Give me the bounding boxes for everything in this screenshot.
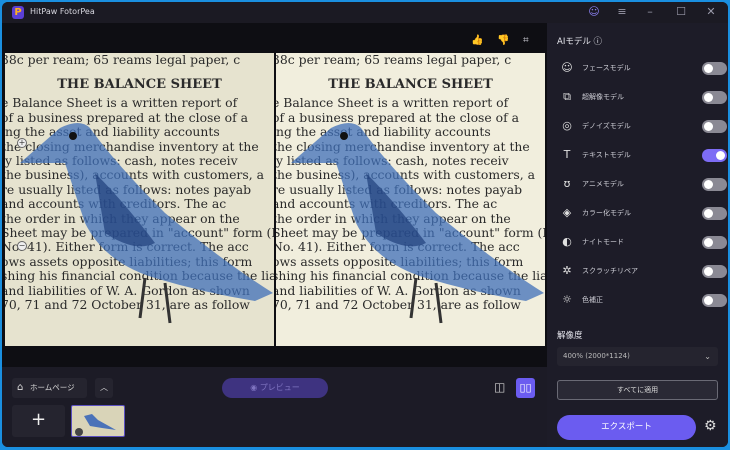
image-canvas: 👍 👎 ⌗ 38c per ream; 65 reams legal paper… (2, 23, 547, 367)
settings-sidebar: AIモデル ⓘ ☺ フェースモデル ⧉ 超解像モデル ◎ デノイズモデル T テキストモデル ʊ… (547, 23, 728, 447)
apply-all-button[interactable]: すべてに適用 (557, 380, 718, 400)
eye-icon: ◉ (250, 383, 260, 392)
export-button[interactable]: エクスポート (557, 415, 696, 440)
model-row: ⧉ 超解像モデル (560, 89, 727, 107)
app-title: HitPaw FotorPea (30, 7, 95, 16)
side-by-side-view-icon[interactable]: ▯▯ (516, 378, 535, 398)
user-icon[interactable]: ☺ (587, 5, 601, 18)
model-row: ☺ フェースモデル (560, 60, 727, 78)
model-row: ✲ スクラッチリペア (560, 263, 727, 281)
maximize-icon[interactable]: ☐ (674, 5, 688, 18)
model-row: ◈ カラー化モデル (560, 205, 727, 223)
model-label: アニメモデル (582, 180, 624, 188)
home-label: ホームページ (30, 383, 75, 392)
model-toggle[interactable] (702, 236, 727, 249)
info-icon[interactable]: ⓘ (594, 37, 603, 47)
model-toggle[interactable] (702, 207, 727, 220)
home-button[interactable]: ⌂ ホームページ (12, 378, 87, 398)
app-logo: P (12, 6, 24, 19)
ai-model-title: AIモデル (557, 37, 591, 47)
model-toggle[interactable] (702, 265, 727, 278)
model-toggle[interactable] (702, 149, 727, 162)
color-correct-icon: ☼ (562, 293, 572, 306)
text-icon: T (563, 148, 571, 161)
bird-illustration (20, 123, 273, 324)
enhanced-image: 38c per ream; 65 reams legal paper, c THE… (276, 53, 545, 346)
resolution-title: 解像度 (557, 331, 583, 341)
model-label: フェースモデル (582, 64, 631, 72)
thumbs-up-icon[interactable]: 👍 (471, 35, 483, 46)
home-icon: ⌂ (17, 382, 24, 393)
split-view-icon[interactable]: ◫ (494, 380, 508, 396)
model-row: T テキストモデル (560, 147, 727, 165)
crop-icon[interactable]: ⌗ (523, 35, 529, 46)
image-thumbnail[interactable] (71, 405, 125, 437)
model-toggle[interactable] (702, 120, 727, 133)
model-toggle[interactable] (702, 294, 727, 307)
minimize-icon[interactable]: – (643, 5, 657, 18)
resolution-dropdown[interactable]: 400% (2000*1124) ⌄ (557, 347, 718, 366)
preview-label: プレビュー (259, 383, 300, 392)
model-row: ʊ アニメモデル (560, 176, 727, 194)
model-label: スクラッチリペア (582, 267, 638, 275)
close-icon[interactable]: ✕ (704, 5, 718, 18)
model-toggle[interactable] (702, 91, 727, 104)
model-toggle[interactable] (702, 62, 727, 75)
bottom-bar: ⌂ ホームページ ︿ ◉ プレビュー ◫ ▯▯ + (2, 367, 547, 447)
add-image-button[interactable]: + (12, 405, 65, 437)
model-label: 色補正 (582, 296, 603, 304)
title-bar: P HitPaw FotorPea ☺ ≡ – ☐ ✕ (2, 2, 728, 23)
gear-icon[interactable]: ⚙ (704, 418, 717, 434)
night-icon: ◐ (562, 235, 572, 248)
resolution-value: 400% (2000*1124) (563, 352, 630, 360)
anime-icon: ʊ (563, 177, 571, 190)
model-label: 超解像モデル (582, 93, 624, 101)
model-row: ☼ 色補正 (560, 292, 727, 310)
preview-button[interactable]: ◉ プレビュー (222, 378, 328, 398)
upscale-icon: ⧉ (563, 90, 571, 103)
model-label: カラー化モデル (582, 209, 631, 217)
app-window: P HitPaw FotorPea ☺ ≡ – ☐ ✕ 👍 👎 ⌗ 38c pe… (2, 2, 728, 447)
face-icon: ☺ (561, 61, 573, 74)
model-label: テキストモデル (582, 151, 631, 159)
bird-illustration (291, 123, 544, 324)
zoom-out-button[interactable]: − (17, 241, 27, 251)
model-label: デノイズモデル (582, 122, 631, 130)
model-row: ◎ デノイズモデル (560, 118, 727, 136)
zoom-in-button[interactable]: + (17, 138, 27, 148)
scratch-icon: ✲ (562, 264, 572, 277)
model-toggle[interactable] (702, 178, 727, 191)
collapse-button[interactable]: ︿ (95, 378, 113, 398)
model-row: ◐ ナイトモード (560, 234, 727, 252)
colorize-icon: ◈ (562, 206, 572, 219)
menu-icon[interactable]: ≡ (615, 5, 629, 18)
thumbs-down-icon[interactable]: 👎 (497, 35, 509, 46)
chevron-down-icon: ⌄ (704, 352, 711, 361)
model-label: ナイトモード (582, 238, 624, 246)
denoise-icon: ◎ (562, 119, 572, 132)
original-image: 38c per ream; 65 reams legal paper, c THE… (5, 53, 274, 346)
